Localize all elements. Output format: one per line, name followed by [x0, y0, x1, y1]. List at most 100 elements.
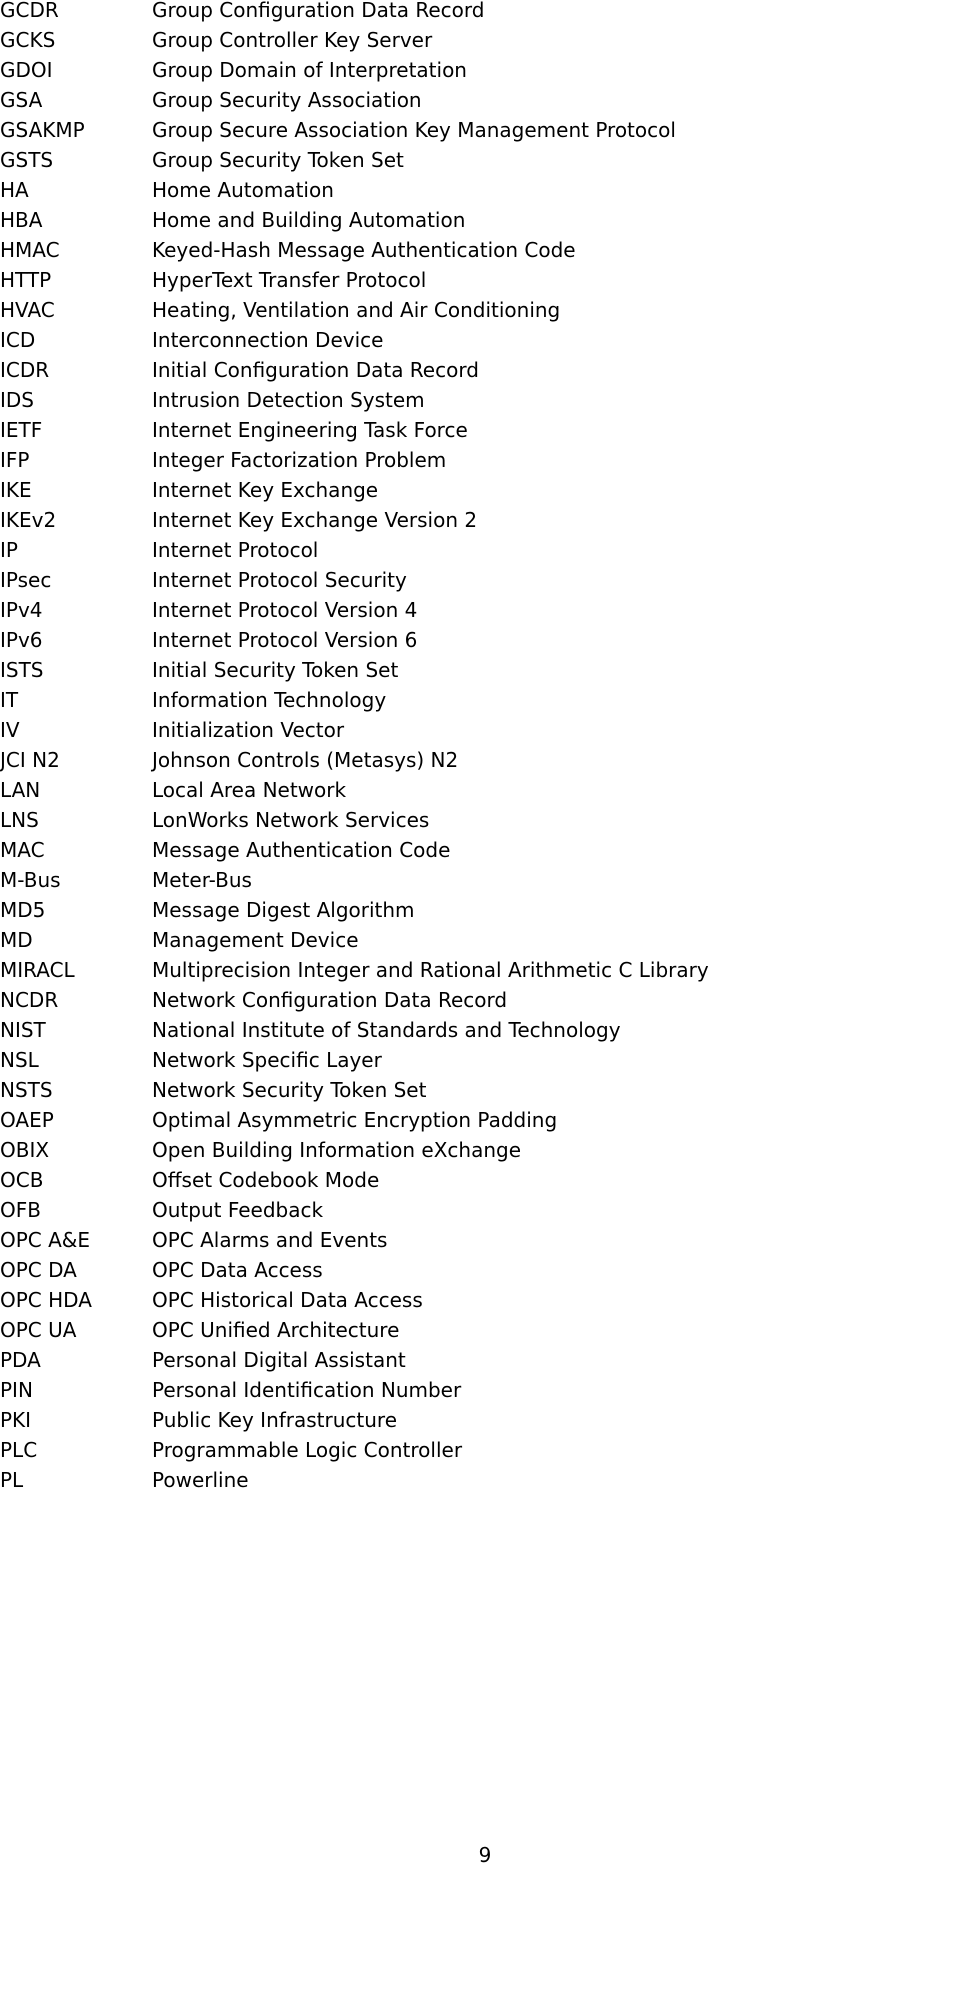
abbreviation-definition: Group Secure Association Key Management …: [152, 118, 676, 142]
abbreviation-definition: OPC Data Access: [152, 1258, 323, 1282]
abbreviation-row: OCB Offset Codebook Mode: [0, 1165, 960, 1195]
abbreviation-definition: Open Building Information eXchange: [152, 1138, 522, 1162]
abbreviation-definition: Local Area Network: [152, 778, 347, 802]
abbreviation-term: IPv4: [0, 598, 43, 622]
abbreviation-row: NSTS Network Security Token Set: [0, 1075, 960, 1105]
abbreviation-row: MAC Message Authentication Code: [0, 835, 960, 865]
abbreviation-definition: Johnson Controls (Metasys) N2: [152, 748, 459, 772]
abbreviation-term: ICDR: [0, 358, 50, 382]
abbreviation-term: GSTS: [0, 148, 54, 172]
abbreviation-definition: LonWorks Network Services: [152, 808, 430, 832]
abbreviation-term: GDOI: [0, 58, 53, 82]
abbreviation-term: IV: [0, 718, 20, 742]
abbreviation-term: IETF: [0, 418, 43, 442]
abbreviation-term: PL: [0, 1468, 24, 1492]
abbreviation-row: HMAC Keyed-Hash Message Authentication Co…: [0, 235, 960, 265]
abbreviation-term: M-Bus: [0, 868, 61, 892]
abbreviation-row: IT Information Technology: [0, 685, 960, 715]
abbreviation-row: OPC DA OPC Data Access: [0, 1255, 960, 1285]
abbreviation-term: NIST: [0, 1018, 46, 1042]
abbreviation-row: IV Initialization Vector: [0, 715, 960, 745]
abbreviation-row: OFB Output Feedback: [0, 1195, 960, 1225]
abbreviation-definition: Group Configuration Data Record: [152, 0, 485, 22]
abbreviation-row: IKE Internet Key Exchange: [0, 475, 960, 505]
abbreviation-definition: Home Automation: [152, 178, 334, 202]
abbreviation-row: GDOI Group Domain of Interpretation: [0, 55, 960, 85]
abbreviation-term: OPC DA: [0, 1258, 77, 1282]
abbreviation-row: GSAKMP Group Secure Association Key Manag…: [0, 115, 960, 145]
abbreviation-row: PKI Public Key Infrastructure: [0, 1405, 960, 1435]
abbreviation-term: GSAKMP: [0, 118, 85, 142]
abbreviation-definition: Internet Protocol Version 4: [152, 598, 418, 622]
abbreviation-row: GCKS Group Controller Key Server: [0, 25, 960, 55]
abbreviation-term: OAEP: [0, 1108, 54, 1132]
abbreviation-row: IPsec Internet Protocol Security: [0, 565, 960, 595]
abbreviation-row: MD Management Device: [0, 925, 960, 955]
abbreviation-row: MIRACL Multiprecision Integer and Rationa…: [0, 955, 960, 985]
abbreviation-definition: Meter-Bus: [152, 868, 252, 892]
abbreviation-row: HBA Home and Building Automation: [0, 205, 960, 235]
abbreviation-definition: Powerline: [152, 1468, 249, 1492]
abbreviation-definition: Keyed-Hash Message Authentication Code: [152, 238, 576, 262]
abbreviation-term: HVAC: [0, 298, 55, 322]
abbreviation-term: MAC: [0, 838, 45, 862]
abbreviation-row: NIST National Institute of Standards and …: [0, 1015, 960, 1045]
abbreviation-definition: Programmable Logic Controller: [152, 1438, 463, 1462]
abbreviation-definition: Internet Protocol: [152, 538, 319, 562]
abbreviation-term: OPC HDA: [0, 1288, 92, 1312]
abbreviation-term: PDA: [0, 1348, 41, 1372]
abbreviation-definition: Initialization Vector: [152, 718, 345, 742]
abbreviation-term: ICD: [0, 328, 36, 352]
abbreviation-row: NCDR Network Configuration Data Record: [0, 985, 960, 1015]
abbreviation-definition: Integer Factorization Problem: [152, 448, 447, 472]
abbreviation-row: OBIX Open Building Information eXchange: [0, 1135, 960, 1165]
abbreviation-term: LNS: [0, 808, 39, 832]
abbreviation-row: PLC Programmable Logic Controller: [0, 1435, 960, 1465]
abbreviation-definition: OPC Historical Data Access: [152, 1288, 423, 1312]
abbreviation-row: ICD Interconnection Device: [0, 325, 960, 355]
abbreviation-row: LAN Local Area Network: [0, 775, 960, 805]
abbreviation-term: HTTP: [0, 268, 52, 292]
abbreviation-term: IP: [0, 538, 18, 562]
abbreviation-definition: Heating, Ventilation and Air Conditionin…: [152, 298, 561, 322]
abbreviation-definition: Group Security Association: [152, 88, 422, 112]
abbreviation-definition: Internet Protocol Security: [152, 568, 407, 592]
abbreviation-definition: HyperText Transfer Protocol: [152, 268, 427, 292]
abbreviation-definition: Public Key Infrastructure: [152, 1408, 398, 1432]
abbreviation-term: PIN: [0, 1378, 33, 1402]
abbreviation-definition: Internet Engineering Task Force: [152, 418, 468, 442]
abbreviation-term: NCDR: [0, 988, 59, 1012]
abbreviation-term: JCI N2: [0, 748, 60, 772]
abbreviation-row: PIN Personal Identification Number: [0, 1375, 960, 1405]
abbreviation-term: OPC UA: [0, 1318, 77, 1342]
abbreviation-row: OPC A&E OPC Alarms and Events: [0, 1225, 960, 1255]
abbreviation-term: LAN: [0, 778, 41, 802]
abbreviation-row: ISTS Initial Security Token Set: [0, 655, 960, 685]
abbreviation-definition: Initial Configuration Data Record: [152, 358, 479, 382]
abbreviation-term: HA: [0, 178, 29, 202]
abbreviation-definition: Initial Security Token Set: [152, 658, 399, 682]
abbreviation-term: GSA: [0, 88, 43, 112]
abbreviation-term: IT: [0, 688, 19, 712]
abbreviation-row: LNS LonWorks Network Services: [0, 805, 960, 835]
abbreviation-row: OPC UA OPC Unified Architecture: [0, 1315, 960, 1345]
abbreviation-definition: Network Security Token Set: [152, 1078, 427, 1102]
abbreviation-row: GCDR Group Configuration Data Record: [0, 0, 960, 25]
abbreviation-row: IKEv2 Internet Key Exchange Version 2: [0, 505, 960, 535]
abbreviation-definition: Group Controller Key Server: [152, 28, 433, 52]
abbreviation-term: IDS: [0, 388, 34, 412]
abbreviation-row: HA Home Automation: [0, 175, 960, 205]
abbreviation-row: OPC HDA OPC Historical Data Access: [0, 1285, 960, 1315]
abbreviation-row: PL Powerline: [0, 1465, 960, 1495]
abbreviation-definition: OPC Alarms and Events: [152, 1228, 388, 1252]
abbreviation-term: GCKS: [0, 28, 56, 52]
abbreviation-term: PKI: [0, 1408, 32, 1432]
abbreviation-definition: National Institute of Standards and Tech…: [152, 1018, 621, 1042]
abbreviation-definition: Message Authentication Code: [152, 838, 451, 862]
abbreviation-row: IFP Integer Factorization Problem: [0, 445, 960, 475]
abbreviation-definition: Personal Identification Number: [152, 1378, 462, 1402]
abbreviation-definition: Group Domain of Interpretation: [152, 58, 467, 82]
abbreviation-row: IPv6 Internet Protocol Version 6: [0, 625, 960, 655]
abbreviation-definition: Network Configuration Data Record: [152, 988, 508, 1012]
abbreviation-row: GSTS Group Security Token Set: [0, 145, 960, 175]
